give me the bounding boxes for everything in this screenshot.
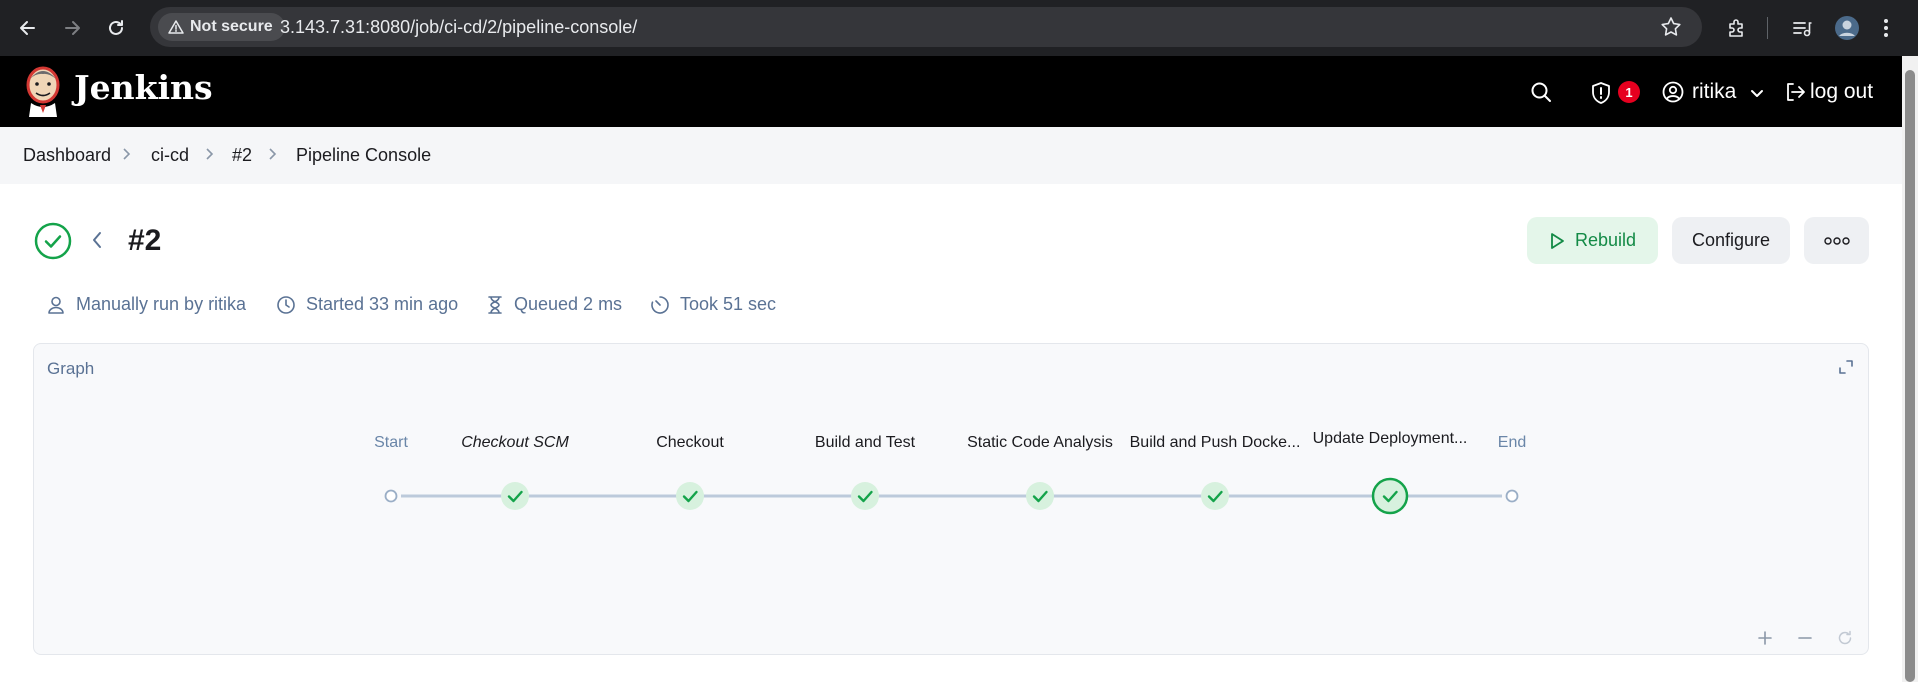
profile-avatar-icon[interactable] bbox=[1833, 14, 1861, 42]
stage-success-node[interactable] bbox=[1026, 482, 1054, 510]
not-secure-label: Not secure bbox=[190, 18, 273, 35]
stage-success-node[interactable] bbox=[1371, 477, 1409, 515]
notification-badge[interactable]: 1 bbox=[1618, 81, 1640, 103]
stage-success-node[interactable] bbox=[851, 482, 879, 510]
logout-icon[interactable] bbox=[1784, 81, 1806, 108]
breadcrumb-dashboard[interactable]: Dashboard bbox=[23, 145, 111, 166]
chevron-right-icon bbox=[122, 147, 132, 166]
browser-menu-icon[interactable] bbox=[1872, 14, 1900, 42]
breadcrumb-current[interactable]: Pipeline Console bbox=[296, 145, 431, 166]
hourglass-icon bbox=[488, 295, 502, 314]
address-bar[interactable]: Not secure 3.143.7.31:8080/job/ci-cd/2/p… bbox=[150, 7, 1702, 47]
more-dots-icon bbox=[1823, 236, 1850, 245]
previous-build-chevron-icon[interactable] bbox=[90, 230, 104, 255]
stage-label[interactable]: Build and Test bbox=[815, 434, 915, 452]
media-queue-icon[interactable] bbox=[1788, 14, 1816, 42]
graph-terminal-label: Start bbox=[374, 434, 408, 451]
run-by-text: Manually run by ritika bbox=[76, 294, 247, 314]
user-icon bbox=[48, 296, 64, 314]
stage-success-node[interactable] bbox=[501, 482, 529, 510]
jenkins-header: Jenkins 1 ritika log out bbox=[0, 56, 1902, 127]
reload-icon[interactable] bbox=[102, 14, 130, 42]
chevron-right-icon bbox=[205, 147, 215, 166]
search-icon[interactable] bbox=[1530, 81, 1552, 108]
took-text: Took 51 sec bbox=[680, 294, 777, 314]
stage-success-node[interactable] bbox=[1201, 482, 1229, 510]
breadcrumb: Dashboard ci-cd #2 Pipeline Console bbox=[0, 127, 1902, 184]
stage-success-node[interactable] bbox=[676, 482, 704, 510]
timer-icon bbox=[651, 295, 669, 314]
back-arrow-icon[interactable] bbox=[14, 14, 42, 42]
started-text: Started 33 min ago bbox=[306, 294, 459, 314]
user-menu[interactable]: ritika bbox=[1692, 80, 1736, 104]
site-security-chip[interactable]: Not secure bbox=[158, 13, 285, 41]
rebuild-label: Rebuild bbox=[1574, 230, 1637, 250]
toolbar-divider bbox=[1767, 17, 1768, 39]
pipeline-graph-panel: Graph Start Checkout SCM Checkout Build and… bbox=[33, 343, 1869, 655]
forward-arrow-icon[interactable] bbox=[58, 14, 86, 42]
user-avatar-icon[interactable] bbox=[1662, 81, 1684, 108]
pipeline-graph bbox=[384, 477, 1519, 515]
stage-label[interactable]: Checkout SCM bbox=[461, 434, 569, 452]
chevron-down-icon[interactable] bbox=[1750, 86, 1764, 104]
configure-button[interactable]: Configure bbox=[1672, 217, 1790, 264]
build-success-icon bbox=[34, 222, 72, 260]
page-scrollbar[interactable] bbox=[1902, 56, 1918, 682]
play-icon bbox=[1551, 232, 1564, 249]
chevron-right-icon bbox=[268, 147, 278, 166]
rebuild-button[interactable]: Rebuild bbox=[1527, 217, 1658, 264]
logout-link[interactable]: log out bbox=[1810, 80, 1873, 104]
build-duration-info: Took 51 sec bbox=[650, 294, 776, 315]
more-actions-button[interactable] bbox=[1804, 217, 1869, 264]
queued-text: Queued 2 ms bbox=[514, 294, 623, 314]
app-title[interactable]: Jenkins bbox=[74, 68, 213, 107]
stage-label[interactable]: Update Deployment... bbox=[1313, 430, 1468, 448]
graph-terminal-label: End bbox=[1497, 434, 1527, 451]
zoom-out-icon[interactable] bbox=[1794, 627, 1816, 649]
graph-terminal-node bbox=[1505, 489, 1519, 503]
stage-label[interactable]: Static Code Analysis bbox=[967, 434, 1113, 452]
build-trigger-info: Manually run by ritika bbox=[46, 294, 246, 315]
build-queue-info: Queued 2 ms bbox=[486, 294, 622, 315]
browser-toolbar: Not secure 3.143.7.31:8080/job/ci-cd/2/p… bbox=[0, 0, 1918, 56]
jenkins-logo-icon[interactable] bbox=[22, 65, 64, 117]
stage-label[interactable]: Build and Push Docke... bbox=[1130, 434, 1301, 452]
breadcrumb-build[interactable]: #2 bbox=[232, 145, 252, 166]
scrollbar-thumb[interactable] bbox=[1905, 70, 1915, 682]
clock-icon bbox=[277, 295, 295, 314]
graph-terminal-node bbox=[384, 489, 398, 503]
security-shield-icon[interactable] bbox=[1590, 81, 1612, 110]
warning-icon bbox=[168, 20, 184, 34]
breadcrumb-job[interactable]: ci-cd bbox=[151, 145, 189, 166]
page-title: #2 bbox=[128, 224, 162, 257]
zoom-in-icon[interactable] bbox=[1754, 627, 1776, 649]
stage-label[interactable]: Checkout bbox=[656, 434, 724, 452]
extensions-puzzle-icon[interactable] bbox=[1723, 14, 1751, 42]
reset-zoom-icon[interactable] bbox=[1834, 627, 1856, 649]
bookmark-star-icon[interactable] bbox=[1660, 16, 1682, 43]
build-start-info: Started 33 min ago bbox=[276, 294, 458, 315]
url-text[interactable]: 3.143.7.31:8080/job/ci-cd/2/pipeline-con… bbox=[280, 17, 637, 38]
